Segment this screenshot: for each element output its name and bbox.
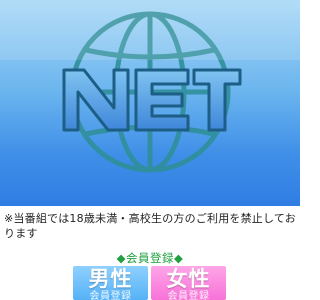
- female-register-sub-label: 会員登録: [167, 291, 210, 300]
- age-restriction-notice: ※当番組では18歳未満・高校生の方のご利用を禁止しております: [4, 212, 296, 240]
- net-banner: [0, 0, 300, 206]
- female-register-button[interactable]: 女性 会員登録: [151, 266, 226, 300]
- member-registration-title: ◆会員登録◆: [116, 251, 184, 265]
- male-register-sub-label: 会員登録: [89, 291, 132, 300]
- female-register-label: 女性: [166, 267, 211, 291]
- globe-icon: [0, 0, 300, 173]
- male-register-button[interactable]: 男性 会員登録: [73, 266, 148, 300]
- male-register-label: 男性: [88, 267, 133, 291]
- net-logo: [62, 68, 242, 132]
- page: ※当番組では18歳未満・高校生の方のご利用を禁止しております ◆会員登録◆ 男性…: [0, 0, 300, 300]
